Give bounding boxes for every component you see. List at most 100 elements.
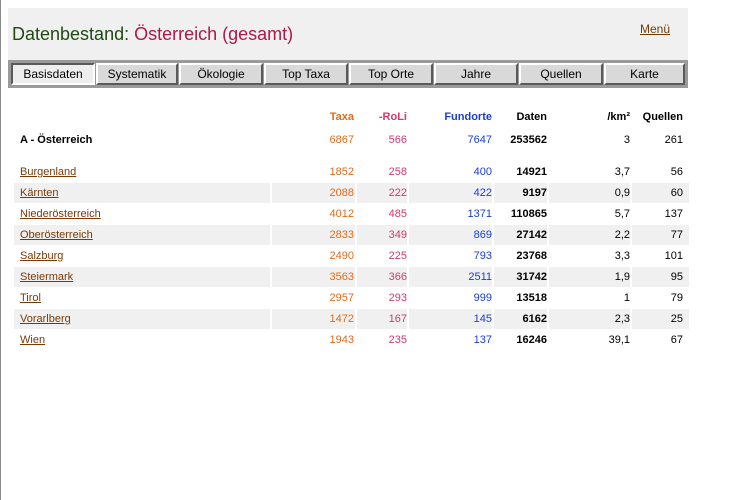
cell-km2: 5,7 [614, 208, 630, 220]
cell-daten: 14921 [516, 166, 547, 178]
cell-taxa: 4012 [329, 208, 354, 220]
tab-oekologie[interactable]: Ökologie [179, 63, 263, 85]
cell-km2: 1,9 [614, 271, 630, 283]
cell-taxa: 2833 [329, 229, 354, 241]
tab-jahre[interactable]: Jahre [434, 63, 518, 85]
cell-fundorte: 400 [473, 166, 492, 178]
table-row: Wien 1943 235 137 16246 39,1 67 [14, 330, 689, 350]
cell-roli: 222 [388, 187, 407, 199]
region-link-steiermark[interactable]: Steiermark [20, 271, 73, 283]
tab-quellen[interactable]: Quellen [519, 63, 603, 85]
total-daten: 253562 [510, 134, 547, 146]
table-row: Burgenland 1852 258 400 14921 3,7 56 [14, 162, 689, 182]
region-link-tirol[interactable]: Tirol [20, 292, 41, 304]
total-fundorte: 7647 [467, 134, 492, 146]
cell-daten: 110865 [510, 208, 547, 220]
cell-km2: 2,2 [614, 229, 630, 241]
cell-fundorte: 1371 [467, 208, 492, 220]
region-link-wien[interactable]: Wien [20, 334, 45, 346]
cell-quellen: 101 [664, 250, 683, 262]
column-header-km2: /km² [607, 111, 630, 123]
column-header-daten: Daten [516, 111, 547, 123]
title-region: Österreich (gesamt) [134, 24, 294, 44]
cell-km2: 0,9 [614, 187, 630, 199]
table-row: Niederösterreich 4012 485 1371 110865 5,… [14, 204, 689, 224]
page-header: Datenbestand: Österreich (gesamt) Menü [8, 8, 688, 60]
cell-roli: 366 [388, 271, 407, 283]
total-row: A - Österreich 6867 566 7647 253562 3 26… [14, 130, 689, 150]
cell-km2: 3,7 [614, 166, 630, 178]
cell-quellen: 60 [670, 187, 683, 199]
cell-fundorte: 869 [473, 229, 492, 241]
cell-taxa: 2957 [329, 292, 354, 304]
total-name: A - Österreich [20, 134, 93, 146]
table-row: Kärnten 2088 222 422 9197 0,9 60 [14, 183, 689, 203]
cell-taxa: 1943 [329, 334, 354, 346]
cell-quellen: 77 [670, 229, 683, 241]
cell-km2: 3,3 [614, 250, 630, 262]
cell-taxa: 2490 [329, 250, 354, 262]
total-taxa: 6867 [329, 134, 354, 146]
cell-quellen: 79 [670, 292, 683, 304]
cell-km2: 1 [623, 292, 630, 304]
table-header-row: Taxa -RoLi Fundorte Daten /km² Quellen [14, 107, 689, 127]
total-roli: 566 [388, 134, 407, 146]
cell-fundorte: 2511 [468, 271, 492, 283]
cell-daten: 27142 [516, 229, 547, 241]
cell-daten: 16246 [516, 334, 547, 346]
cell-quellen: 95 [670, 271, 683, 283]
column-header-taxa: Taxa [329, 111, 354, 123]
region-link-vorarlberg[interactable]: Vorarlberg [20, 313, 71, 325]
cell-fundorte: 999 [473, 292, 492, 304]
column-header-quellen: Quellen [642, 111, 683, 123]
tab-basisdaten[interactable]: Basisdaten [11, 63, 95, 85]
cell-daten: 6162 [522, 313, 547, 325]
table-row: Steiermark 3563 366 2511 31742 1,9 95 [14, 267, 689, 287]
cell-taxa: 2088 [329, 187, 354, 199]
cell-roli: 485 [388, 208, 407, 220]
cell-daten: 31742 [516, 271, 547, 283]
cell-fundorte: 137 [473, 334, 492, 346]
table-row: Salzburg 2490 225 793 23768 3,3 101 [14, 246, 689, 266]
cell-quellen: 25 [670, 313, 683, 325]
region-link-salzburg[interactable]: Salzburg [20, 250, 63, 262]
tab-bar: Basisdaten Systematik Ökologie Top Taxa … [8, 60, 688, 88]
cell-quellen: 67 [670, 334, 683, 346]
column-header-fundorte: Fundorte [444, 111, 492, 123]
region-link-kaernten[interactable]: Kärnten [20, 187, 59, 199]
total-km2: 3 [623, 134, 630, 146]
cell-fundorte: 145 [473, 313, 492, 325]
tab-top-orte[interactable]: Top Orte [349, 63, 433, 85]
cell-daten: 23768 [516, 250, 547, 262]
menu-link[interactable]: Menü [640, 22, 670, 36]
tab-karte[interactable]: Karte [604, 63, 685, 85]
page-title: Datenbestand: Österreich (gesamt) [12, 24, 293, 45]
table-row: Oberösterreich 2833 349 869 27142 2,2 77 [14, 225, 689, 245]
cell-roli: 258 [388, 166, 407, 178]
cell-quellen: 56 [670, 166, 683, 178]
cell-quellen: 137 [664, 208, 683, 220]
tab-top-taxa[interactable]: Top Taxa [264, 63, 348, 85]
cell-fundorte: 793 [473, 250, 492, 262]
cell-daten: 9197 [522, 187, 547, 199]
window-border [0, 0, 1, 500]
cell-roli: 349 [388, 229, 407, 241]
cell-daten: 13518 [516, 292, 547, 304]
table-row: Tirol 2957 293 999 13518 1 79 [14, 288, 689, 308]
title-prefix: Datenbestand: [12, 24, 130, 44]
tab-systematik[interactable]: Systematik [96, 63, 178, 85]
cell-taxa: 1472 [329, 313, 354, 325]
table-row: Vorarlberg 1472 167 145 6162 2,3 25 [14, 309, 689, 329]
region-link-niederoesterreich[interactable]: Niederösterreich [20, 208, 101, 220]
cell-km2: 39,1 [608, 334, 630, 346]
region-link-burgenland[interactable]: Burgenland [20, 166, 76, 178]
region-link-oberoesterreich[interactable]: Oberösterreich [20, 229, 93, 241]
cell-km2: 2,3 [614, 313, 630, 325]
column-header-roli: -RoLi [378, 111, 407, 123]
cell-roli: 225 [388, 250, 407, 262]
cell-roli: 235 [388, 334, 407, 346]
cell-roli: 293 [388, 292, 407, 304]
total-quellen: 261 [664, 134, 683, 146]
cell-taxa: 3563 [329, 271, 354, 283]
cell-fundorte: 422 [473, 187, 492, 199]
